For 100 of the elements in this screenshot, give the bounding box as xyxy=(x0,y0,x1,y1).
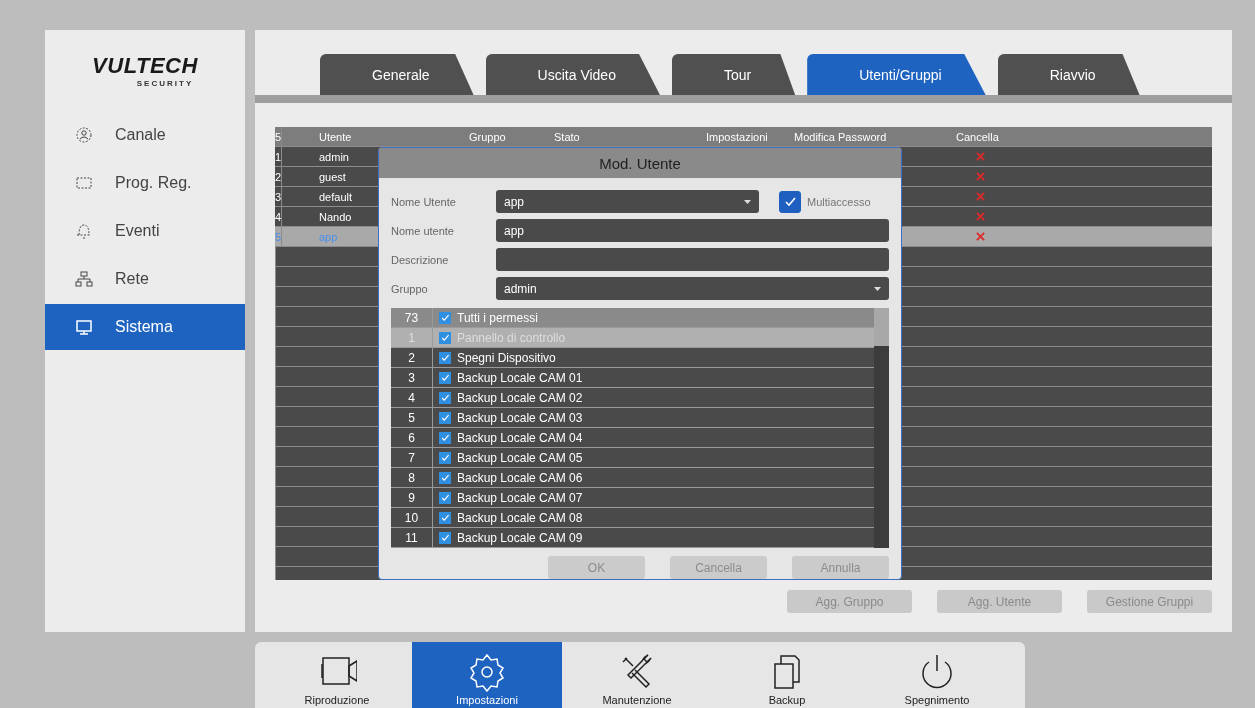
dock-item[interactable]: Riproduzione xyxy=(262,642,412,708)
dock-item[interactable]: Impostazioni xyxy=(412,642,562,708)
table-cell: 1 xyxy=(275,147,283,166)
row-number: 3 xyxy=(391,368,433,387)
permission-row[interactable]: 8 Backup Locale CAM 06 xyxy=(391,468,874,488)
permission-label: Backup Locale CAM 09 xyxy=(457,530,583,545)
permission-row[interactable]: 10 Backup Locale CAM 08 xyxy=(391,508,874,528)
table-cell-text: app xyxy=(318,230,338,243)
permission-label: Backup Locale CAM 08 xyxy=(457,510,583,525)
checkbox[interactable] xyxy=(439,471,451,484)
sidebar-item[interactable]: Rete xyxy=(45,256,245,302)
check-icon xyxy=(440,372,450,383)
sidebar-item[interactable]: Canale xyxy=(45,112,245,158)
row-number: 5 xyxy=(391,408,433,427)
checkbox[interactable] xyxy=(439,491,451,504)
column-header: Cancella xyxy=(955,130,999,143)
checkbox[interactable] xyxy=(439,351,451,364)
checkbox[interactable] xyxy=(439,411,451,424)
check-icon xyxy=(440,412,450,423)
field-label: Gruppo xyxy=(391,282,429,295)
tab[interactable]: Uscita Video xyxy=(485,54,660,95)
tab[interactable]: Riavvio xyxy=(997,54,1140,95)
permission-label: Backup Locale CAM 05 xyxy=(457,450,583,465)
table-cell-text: guest xyxy=(318,170,346,183)
column-header: Modifica Password xyxy=(793,130,887,143)
logo: VULTECH xyxy=(92,52,198,79)
checkbox[interactable] xyxy=(439,371,451,384)
table-cell: 4 xyxy=(275,207,283,226)
permission-label: Backup Locale CAM 04 xyxy=(457,430,583,445)
scrollbar[interactable] xyxy=(874,308,889,548)
checkbox-label: Multiaccesso xyxy=(807,195,871,208)
table-cell-text: admin xyxy=(318,150,349,163)
row-number: 8 xyxy=(391,468,433,487)
permission-row[interactable]: 2 Spegni Dispositivo xyxy=(391,348,874,368)
field-label: Descrizione xyxy=(391,253,450,266)
camera-icon xyxy=(75,126,93,144)
row-number: 4 xyxy=(391,388,433,407)
table-cell-text: default xyxy=(318,190,353,203)
dialog-title: Mod. Utente xyxy=(379,148,901,178)
field-label: Nome utente xyxy=(391,224,455,237)
checkbox[interactable] xyxy=(439,511,451,524)
column-header: Gruppo xyxy=(468,130,506,143)
tab[interactable]: Tour xyxy=(671,54,796,95)
permission-row[interactable]: 5 Backup Locale CAM 03 xyxy=(391,408,874,428)
permission-row[interactable]: 3 Backup Locale CAM 01 xyxy=(391,368,874,388)
check-icon xyxy=(440,432,450,443)
sidebar-item[interactable]: Prog. Reg. xyxy=(45,160,245,206)
table-cell: 2 xyxy=(275,167,283,186)
permission-row[interactable]: 9 Backup Locale CAM 07 xyxy=(391,488,874,508)
check-icon xyxy=(440,472,450,483)
permission-label: Backup Locale CAM 07 xyxy=(457,490,583,505)
checkbox[interactable] xyxy=(779,190,801,213)
table-cell-text: Nando xyxy=(318,210,352,223)
checkbox[interactable] xyxy=(439,311,451,324)
permission-label: Tutti i permessi xyxy=(457,310,538,325)
column-header: Utente xyxy=(318,130,352,143)
dock-item[interactable]: Manutenzione xyxy=(562,642,712,708)
input-field[interactable]: app xyxy=(496,219,889,242)
check-icon xyxy=(440,332,450,343)
calendar-icon xyxy=(75,174,93,192)
checkbox[interactable] xyxy=(439,431,451,444)
permission-row[interactable]: 6 Backup Locale CAM 04 xyxy=(391,428,874,448)
logo-tagline: SECURITY xyxy=(136,78,194,88)
dropdown[interactable]: app xyxy=(496,190,759,213)
permission-row[interactable]: 4 Backup Locale CAM 02 xyxy=(391,388,874,408)
row-number: 73 xyxy=(391,308,433,327)
row-number: 6 xyxy=(391,428,433,447)
row-number: 11 xyxy=(391,528,433,547)
sidebar-item[interactable]: Eventi xyxy=(45,208,245,254)
check-icon xyxy=(440,352,450,363)
dropdown-caret-icon xyxy=(744,199,751,204)
dock-item[interactable]: Backup xyxy=(712,642,862,708)
check-icon xyxy=(440,392,450,403)
tab[interactable]: Generale xyxy=(320,54,474,95)
check-icon xyxy=(440,312,450,323)
column-header: 5 xyxy=(275,127,283,146)
checkbox[interactable] xyxy=(439,331,451,344)
field-label: Nome Utente xyxy=(391,195,457,208)
row-number: 9 xyxy=(391,488,433,507)
dock-item[interactable]: Spegnimento xyxy=(862,642,1012,708)
row-number: 2 xyxy=(391,348,433,367)
table-cell: 3 xyxy=(275,187,283,206)
permission-label: Backup Locale CAM 03 xyxy=(457,410,583,425)
column-header: Impostazioni xyxy=(705,130,768,143)
row-number: 10 xyxy=(391,508,433,527)
tab[interactable]: Utenti/Gruppi xyxy=(807,54,986,95)
bell-icon xyxy=(75,222,93,240)
sidebar-item[interactable]: Sistema xyxy=(45,304,245,350)
dropdown[interactable]: admin xyxy=(496,277,889,300)
permission-label: Spegni Dispositivo xyxy=(457,350,556,365)
checkbox[interactable] xyxy=(439,451,451,464)
check-icon xyxy=(440,452,450,463)
checkbox[interactable] xyxy=(439,391,451,404)
checkbox[interactable] xyxy=(439,531,451,544)
input-field[interactable] xyxy=(496,248,889,271)
permission-row[interactable]: 11 Backup Locale CAM 09 xyxy=(391,528,874,548)
permission-row[interactable]: 7 Backup Locale CAM 05 xyxy=(391,448,874,468)
row-number: 7 xyxy=(391,448,433,467)
permission-label: Backup Locale CAM 06 xyxy=(457,470,583,485)
monitor-icon xyxy=(75,318,93,336)
